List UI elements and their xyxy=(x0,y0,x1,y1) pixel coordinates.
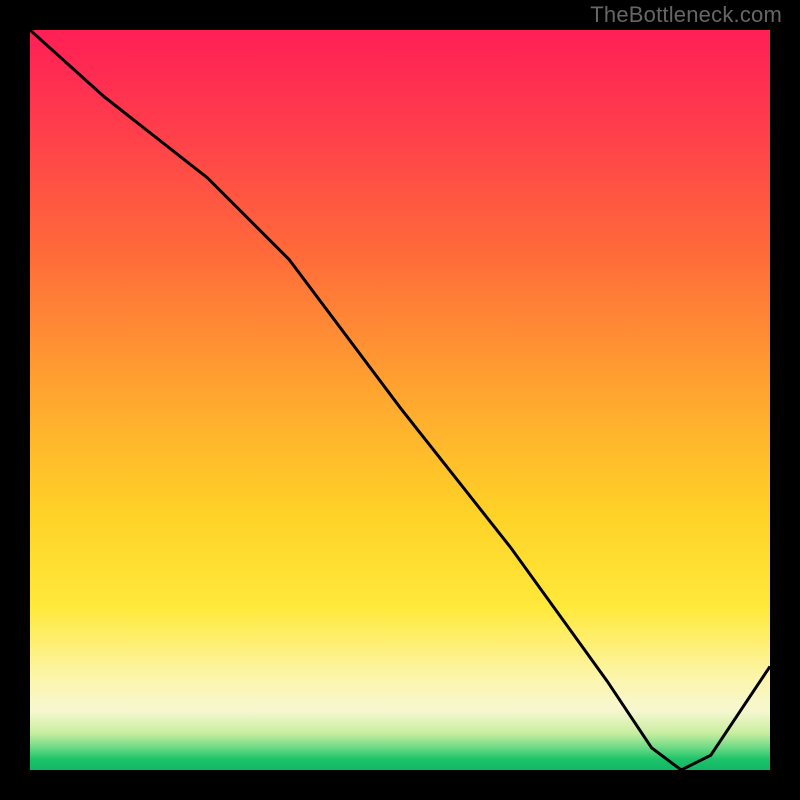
watermark-text: TheBottleneck.com xyxy=(590,2,782,28)
curve-path xyxy=(30,30,770,770)
plot-area xyxy=(30,30,770,770)
chart-container: TheBottleneck.com xyxy=(0,0,800,800)
line-curve xyxy=(30,30,770,770)
